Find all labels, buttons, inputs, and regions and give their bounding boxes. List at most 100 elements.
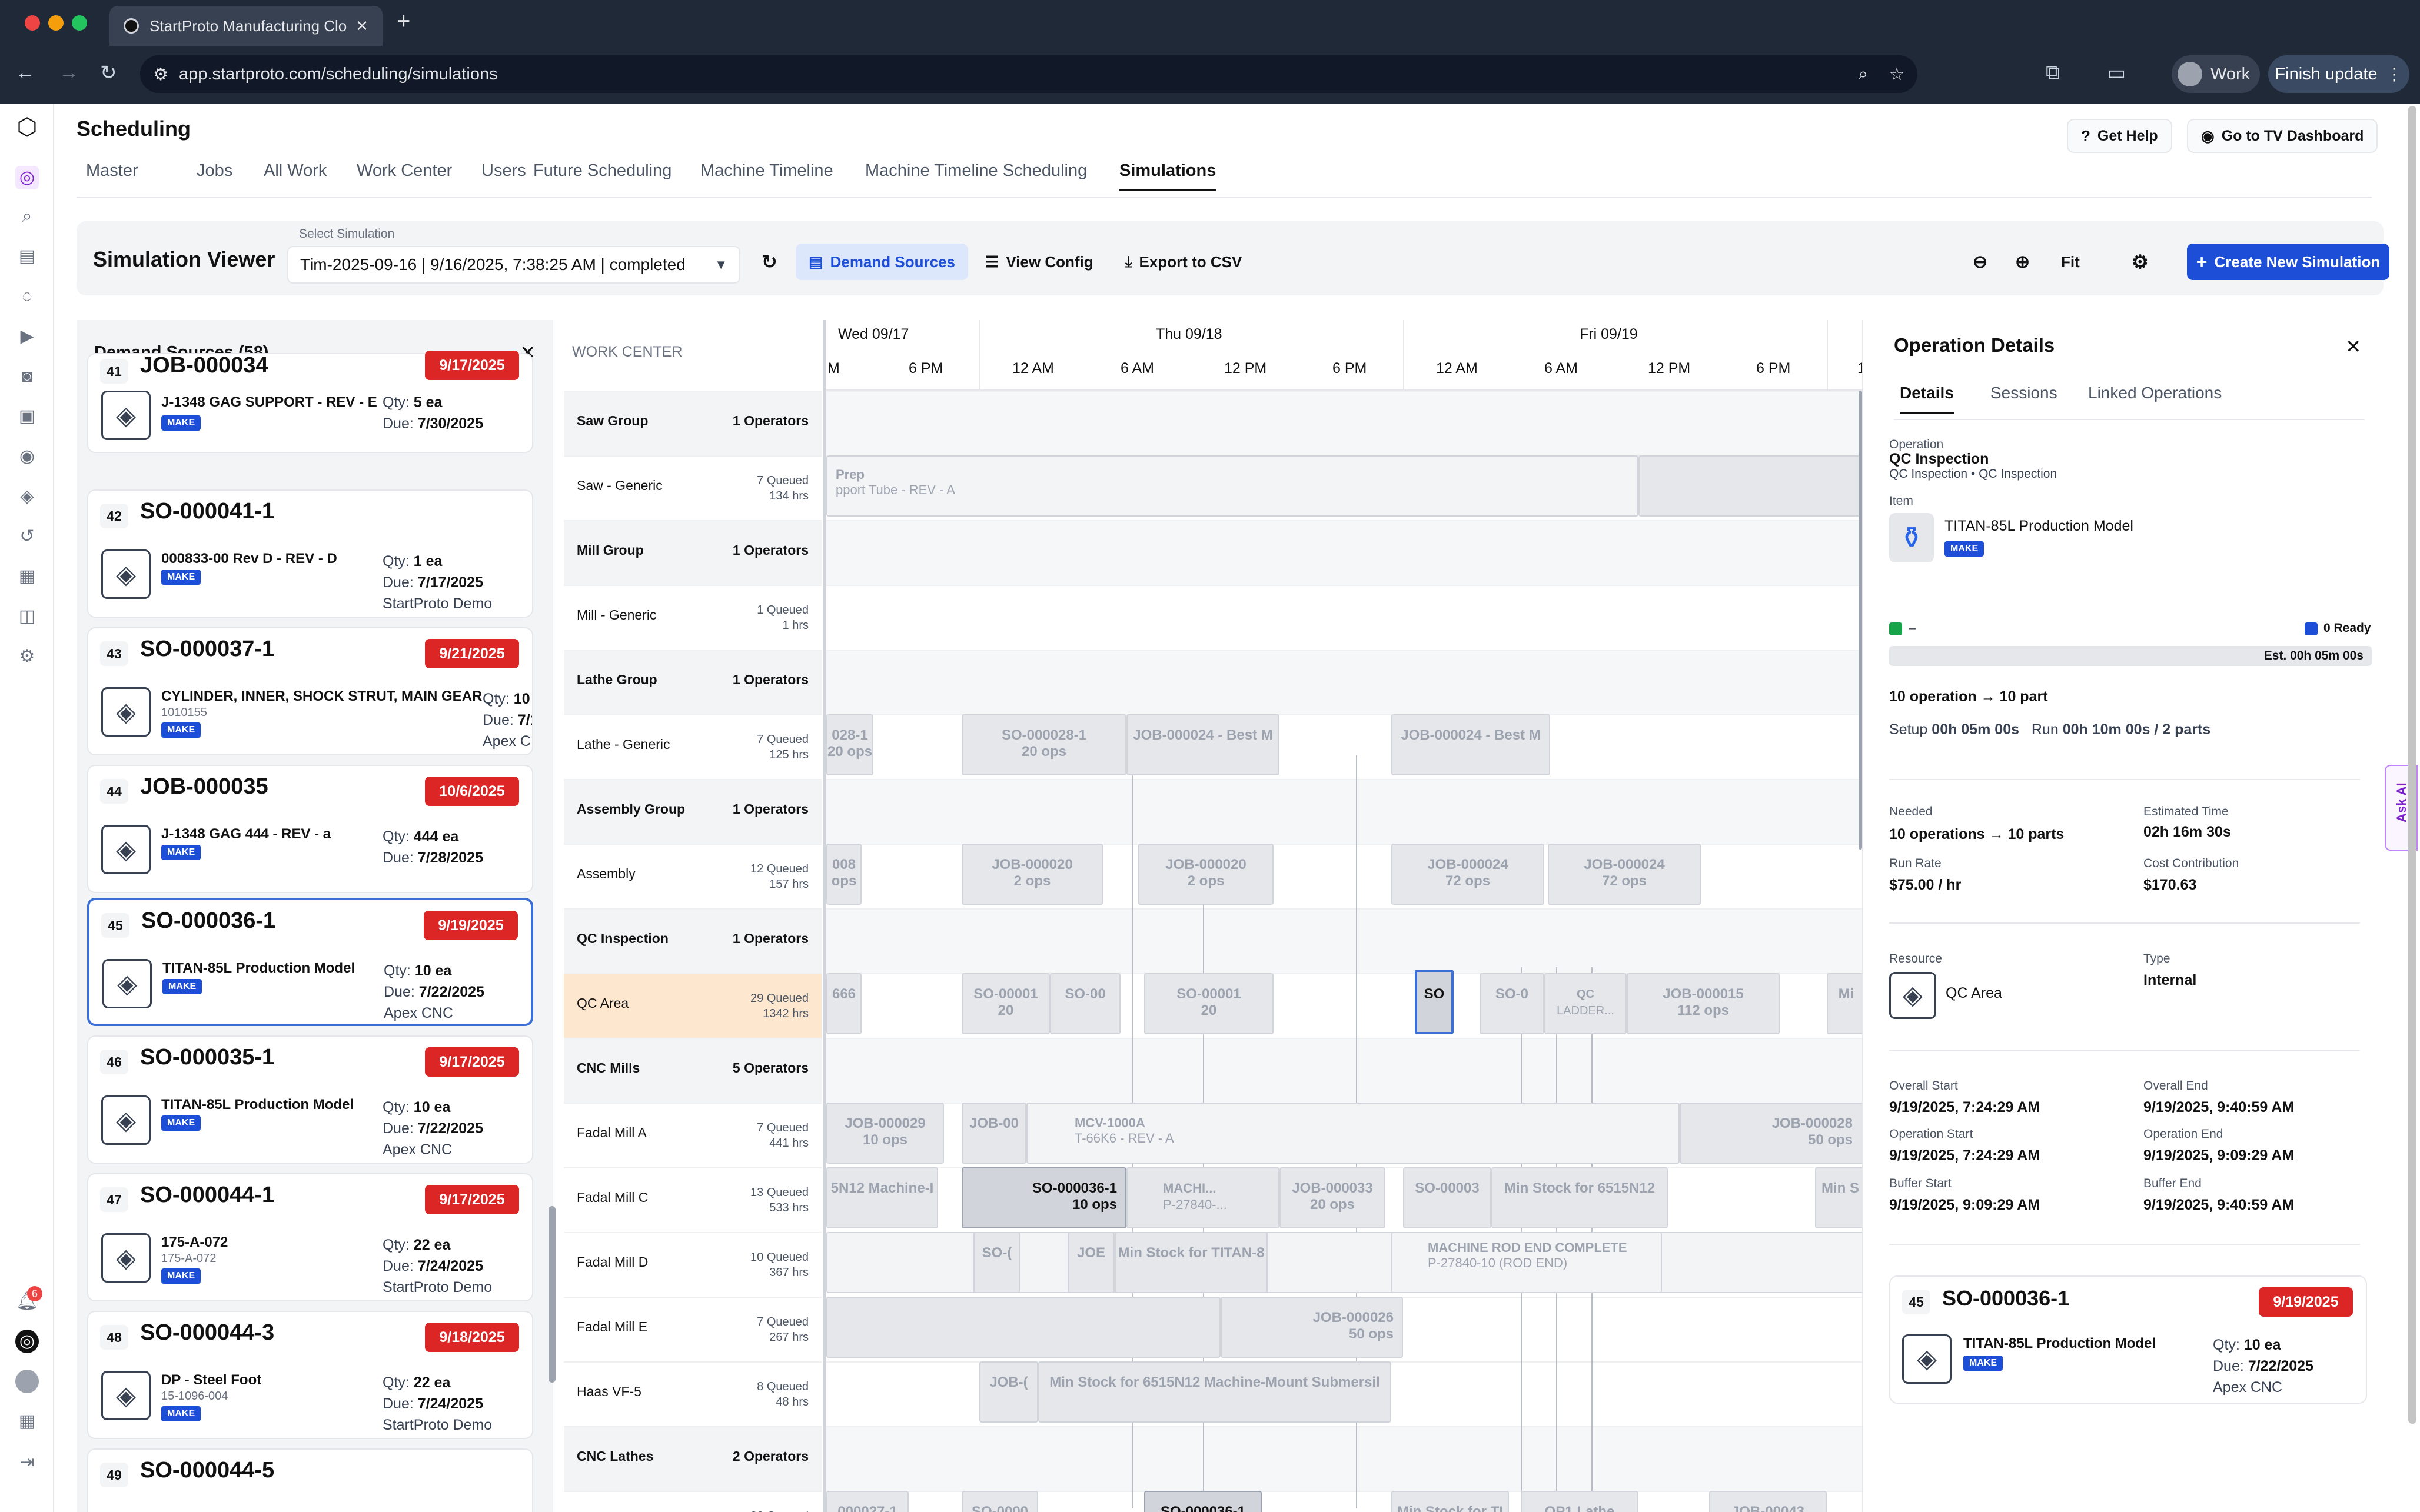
minimize-window-icon[interactable] [48, 15, 64, 31]
back-icon[interactable]: ← [15, 61, 35, 84]
apps-icon[interactable]: ▦ [15, 1410, 39, 1433]
work-center-row[interactable]: Mill - Generic 1 Queued 1 hrs [564, 585, 822, 650]
user-avatar[interactable] [15, 1370, 39, 1393]
gantt-bar[interactable]: SO-000036-1 10 ops [962, 1167, 1126, 1228]
finish-update-button[interactable]: Finish update ⋮ [2268, 55, 2409, 93]
linked-demand-card[interactable]: 45 SO-000036-1 9/19/2025 ◈ TITAN-85L Pro… [1889, 1275, 2367, 1404]
work-center-group-row[interactable]: QC Inspection 1 Operators [564, 908, 822, 973]
camera-icon[interactable]: ◙ [15, 365, 39, 388]
maximize-window-icon[interactable] [72, 15, 87, 31]
gantt-bar[interactable]: OP1 Lathe [1521, 1491, 1638, 1512]
work-center-row[interactable]: 22 Queued [564, 1491, 822, 1512]
zoom-out-button[interactable]: ⊖ [1960, 244, 2000, 280]
scheduling-icon[interactable]: ◎ [15, 166, 39, 189]
gantt-bar[interactable]: 666 [826, 973, 862, 1034]
get-help-button[interactable]: ? Get Help [2067, 119, 2172, 153]
clipboard-icon[interactable]: ▣ [15, 405, 39, 428]
history-icon[interactable]: ↺ [15, 525, 39, 548]
box-icon[interactable]: ◫ [15, 605, 39, 628]
gantt-bar[interactable] [1638, 455, 1862, 517]
demand-card[interactable]: 49 SO-000044-5 [87, 1448, 533, 1512]
gantt-bar[interactable]: JOE [1068, 1232, 1115, 1293]
work-center-row[interactable]: Fadal Mill C 13 Queued 533 hrs [564, 1167, 822, 1232]
view-config-button[interactable]: ☰ View Config [972, 244, 1106, 280]
demand-card[interactable]: 47 SO-000044-1 9/17/2025 ◈ 175-A-072 175… [87, 1173, 533, 1301]
gantt-bar[interactable] [826, 1297, 1221, 1358]
gantt-bar[interactable]: Min Stock for 6515N12 Machine-Mount Subm… [1038, 1361, 1391, 1423]
gantt-bar[interactable]: SO-0000 [962, 1491, 1038, 1512]
badge-icon[interactable]: ◈ [15, 485, 39, 508]
work-center-group-row[interactable]: CNC Mills 5 Operators [564, 1038, 822, 1103]
gantt-bar[interactable]: QC LADDER... [1544, 973, 1627, 1034]
work-center-row[interactable]: Lathe - Generic 7 Queued 125 hrs [564, 714, 822, 779]
gantt-bar[interactable]: SO-00001 20 [1144, 973, 1274, 1034]
gantt-bar[interactable]: JOB-000033 20 ops [1279, 1167, 1385, 1228]
work-center-row[interactable]: QC Area 29 Queued 1342 hrs [564, 973, 822, 1038]
address-bar[interactable]: ⚙ app.startproto.com/scheduling/simulati… [140, 55, 1917, 93]
tab-all-work[interactable]: All Work [264, 161, 327, 189]
simulation-dropdown[interactable]: Tim-2025-09-16 | 9/16/2025, 7:38:25 AM |… [287, 246, 740, 284]
gantt-bar[interactable]: JOB-000024 72 ops [1548, 844, 1701, 905]
work-center-row[interactable]: Fadal Mill D 10 Queued 367 hrs [564, 1232, 822, 1297]
gantt-bar[interactable]: Mi [1827, 973, 1862, 1034]
gantt-bar[interactable]: SO-000028-1 20 ops [962, 714, 1126, 775]
collapse-sidebar-icon[interactable]: ⇥ [15, 1451, 39, 1474]
gantt-bar[interactable]: JOB-000026 50 ops [1221, 1297, 1403, 1358]
gantt-bar[interactable]: JOB-000024 - Best M [1391, 714, 1550, 775]
work-center-row[interactable]: Fadal Mill A 7 Queued 441 hrs [564, 1103, 822, 1167]
selected-operation-bar[interactable]: SO [1415, 970, 1454, 1034]
gantt-bar[interactable]: Min Stock for 6515N12 [1491, 1167, 1668, 1228]
gantt-bar[interactable]: JOB-000020 2 ops [1138, 844, 1274, 905]
tab-work-center[interactable]: Work Center [357, 161, 452, 189]
gantt-bar[interactable]: Min Stock for TITAN-8 [1115, 1232, 1268, 1293]
cast-icon[interactable]: ▭ [2107, 61, 2126, 85]
fit-button[interactable]: Fit [2048, 244, 2093, 280]
page-scrollbar[interactable] [2408, 106, 2416, 1424]
tab-future-scheduling[interactable]: Future Scheduling [533, 161, 672, 189]
close-window-icon[interactable] [25, 15, 40, 31]
close-icon[interactable]: ✕ [2345, 335, 2361, 358]
tv-dashboard-button[interactable]: ◉ Go to TV Dashboard [2187, 119, 2378, 153]
gantt-bar[interactable]: SO-0 [1480, 973, 1544, 1034]
logo-icon[interactable]: ⬡ [15, 115, 39, 139]
gantt-bar[interactable]: SO-00 [1050, 973, 1121, 1034]
gantt-bar[interactable]: 000027-1 [826, 1491, 909, 1512]
help-circle-icon[interactable]: ◎ [15, 1330, 39, 1353]
documents-icon[interactable]: ▤ [15, 245, 39, 268]
gantt-bar[interactable]: JOB-000028 50 ops [1680, 1103, 1862, 1164]
gantt-bar[interactable]: SO-00003 [1403, 1167, 1491, 1228]
gantt-bar[interactable]: MCV-1000A T-66K6 - REV - A [1026, 1103, 1680, 1164]
gantt-bar[interactable]: Prep pport Tube - REV - A [826, 455, 1638, 517]
tab-machine-timeline-scheduling[interactable]: Machine Timeline Scheduling [865, 161, 1087, 189]
demand-card[interactable]: 42 SO-000041-1 ◈ 000833-00 Rev D - REV -… [87, 489, 533, 618]
gantt-bar[interactable]: SO-( [973, 1232, 1020, 1293]
browser-tab[interactable]: StartProto Manufacturing Clo ✕ [109, 6, 383, 46]
profile-button[interactable]: Work [2172, 55, 2260, 93]
site-settings-icon[interactable]: ⚙ [153, 64, 168, 85]
extensions-icon[interactable]: ⧉ [2046, 61, 2060, 84]
work-center-group-row[interactable]: Saw Group 1 Operators [564, 391, 822, 455]
work-center-row[interactable]: Haas VF-5 8 Queued 48 hrs [564, 1361, 822, 1426]
tab-sessions[interactable]: Sessions [1990, 384, 2057, 412]
tab-machine-timeline[interactable]: Machine Timeline [700, 161, 833, 189]
refresh-button[interactable]: ↻ [749, 244, 790, 280]
work-center-group-row[interactable]: Assembly Group 1 Operators [564, 779, 822, 844]
zoom-icon[interactable]: ⌕ [1859, 65, 1868, 84]
gantt-bar[interactable]: JOB-000020 2 ops [962, 844, 1103, 905]
work-center-row[interactable]: Saw - Generic 7 Queued 134 hrs [564, 455, 822, 520]
gantt-bar[interactable]: JOB-000015 112 ops [1627, 973, 1780, 1034]
demand-card-selected[interactable]: 45 SO-000036-1 9/19/2025 ◈ TITAN-85L Pro… [87, 898, 533, 1026]
gantt-bar[interactable]: MACHI... P-27840-... [1126, 1167, 1279, 1228]
demand-card[interactable]: 46 SO-000035-1 9/17/2025 ◈ TITAN-85L Pro… [87, 1035, 533, 1164]
gantt-bar[interactable]: 5N12 Machine-I [826, 1167, 938, 1228]
work-center-group-row[interactable]: CNC Lathes 2 Operators [564, 1426, 822, 1491]
create-simulation-button[interactable]: + Create New Simulation [2187, 244, 2389, 280]
gantt-bar[interactable]: JOB-000024 72 ops [1391, 844, 1544, 905]
work-center-group-row[interactable]: Lathe Group 1 Operators [564, 650, 822, 714]
gantt-bar[interactable]: SO-000036-1 [1144, 1491, 1262, 1512]
gantt-bar[interactable]: JOB-000029 10 ops [826, 1103, 944, 1164]
forward-icon[interactable]: → [59, 61, 79, 84]
tab-master[interactable]: Master [86, 161, 138, 189]
gantt-bar[interactable]: JOB-00 [962, 1103, 1026, 1164]
demand-card[interactable]: 41 JOB-000034 9/17/2025 ◈ J-1348 GAG SUP… [87, 351, 533, 453]
